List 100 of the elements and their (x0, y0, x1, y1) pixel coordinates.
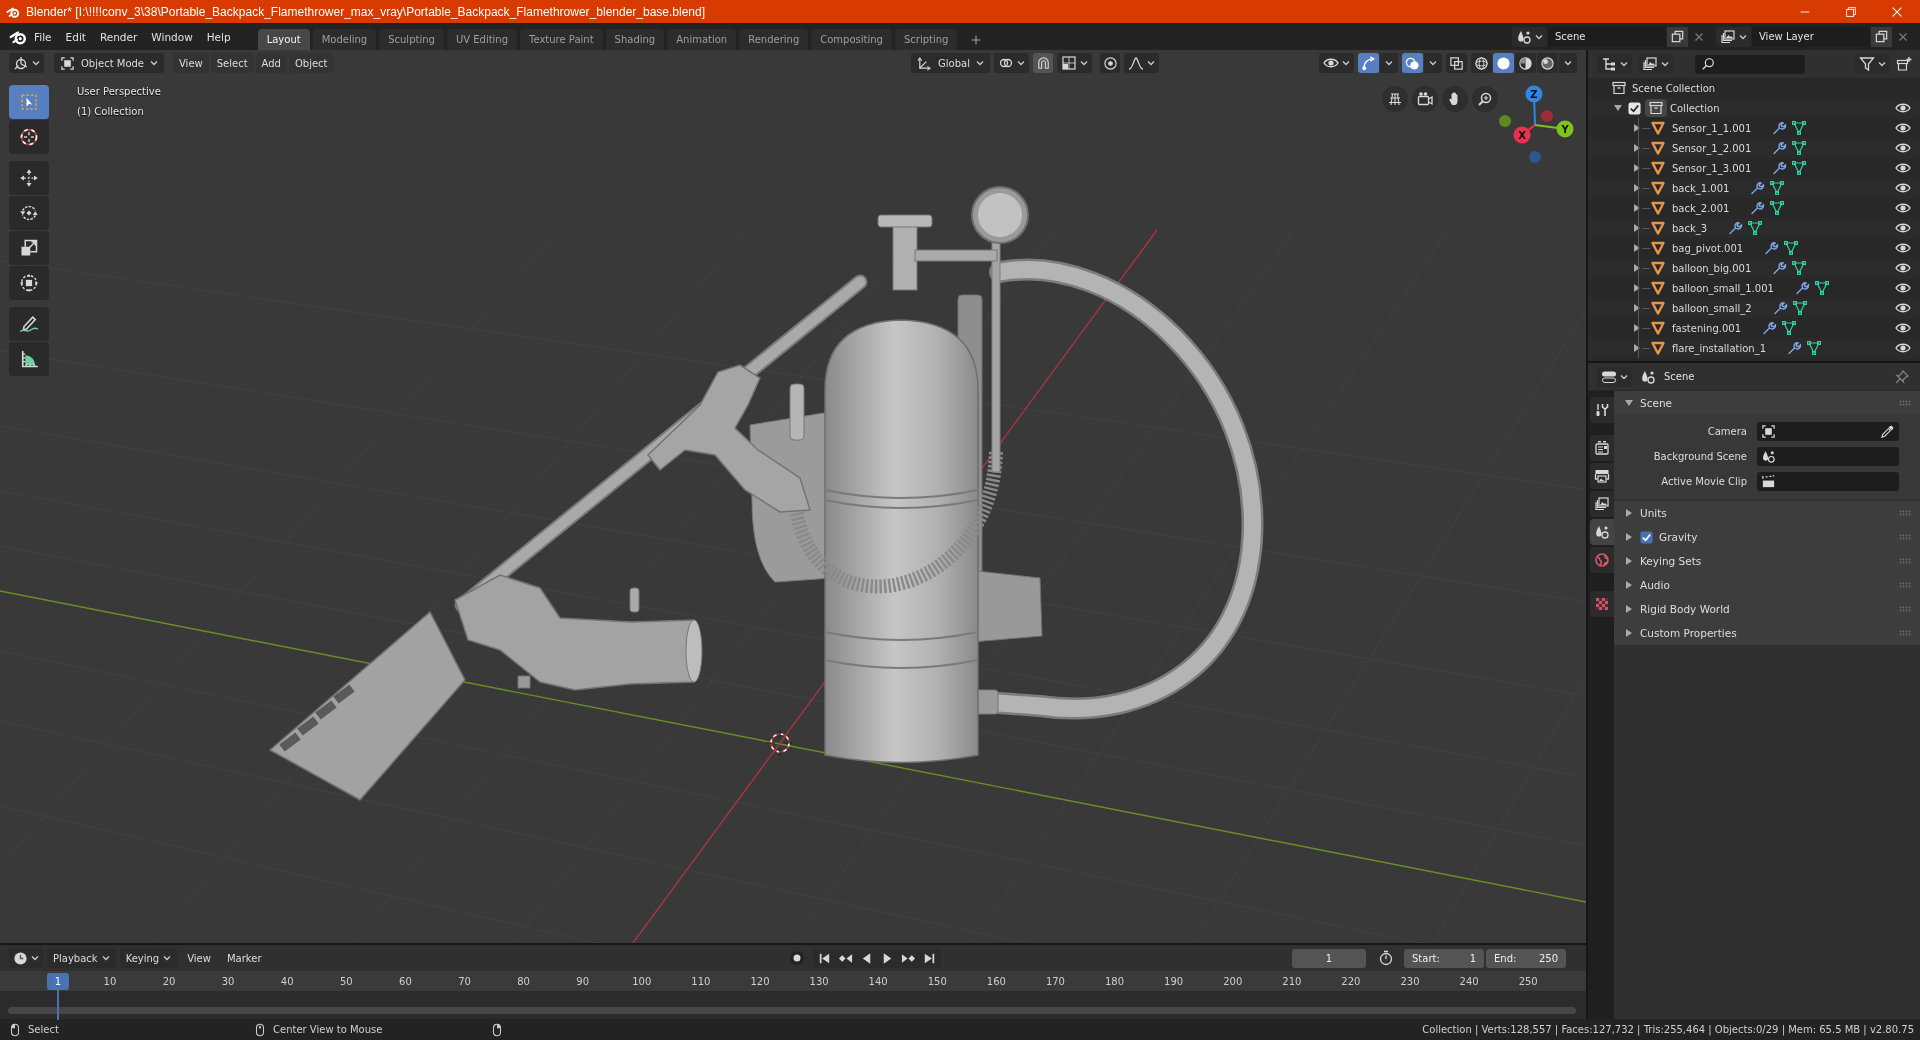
negative-y-axis-handle[interactable] (1499, 115, 1511, 127)
scene-browse-button[interactable] (1512, 26, 1547, 47)
camera-field[interactable] (1757, 422, 1899, 441)
current-frame-field[interactable]: 1 (1292, 948, 1366, 968)
workspace-tab[interactable]: Texture Paint (520, 29, 603, 50)
measure-tool[interactable] (9, 342, 49, 376)
output-tab[interactable] (1590, 463, 1614, 489)
shading-button[interactable] (1471, 53, 1492, 73)
mesh-triangle-icon[interactable] (1747, 220, 1764, 236)
negative-z-axis-handle[interactable] (1529, 151, 1541, 163)
panel-header[interactable]: Custom Properties (1614, 621, 1920, 645)
timeline-menu[interactable]: Marker (220, 948, 268, 968)
panel-header[interactable]: Scene (1614, 391, 1920, 415)
perspective-grid-icon[interactable] (1382, 86, 1408, 112)
wrench-icon[interactable] (1761, 320, 1777, 336)
rotate-tool[interactable] (9, 196, 49, 230)
wrench-icon[interactable] (1793, 280, 1810, 296)
xray-toggle[interactable] (1446, 53, 1467, 73)
annotate-tool[interactable] (9, 307, 49, 341)
gizmo-dropdown[interactable] (1380, 53, 1398, 73)
shading-button[interactable] (1493, 53, 1514, 73)
editor-type-button[interactable] (9, 948, 43, 968)
shading-button[interactable] (1537, 53, 1558, 73)
workspace-tab[interactable]: Animation (667, 29, 737, 50)
editor-type-button[interactable] (1597, 366, 1632, 387)
negative-x-axis-handle[interactable] (1541, 110, 1553, 122)
menu-item[interactable]: Window (144, 27, 200, 46)
restore-icon[interactable] (1844, 4, 1858, 19)
workspace-tab[interactable]: Rendering (739, 29, 809, 50)
wrench-icon[interactable] (1771, 260, 1788, 276)
mesh-triangle-icon[interactable] (1791, 120, 1808, 136)
checkbox[interactable] (1640, 530, 1653, 544)
wrench-icon[interactable] (1749, 180, 1766, 196)
menu-item[interactable]: Help (199, 27, 238, 46)
workspace-tab[interactable]: Layout (257, 29, 310, 50)
panel-header[interactable]: Keying Sets (1614, 549, 1920, 573)
wrench-icon[interactable] (1786, 340, 1803, 356)
wrench-icon[interactable] (1771, 300, 1788, 316)
snap-toggle[interactable] (1033, 53, 1053, 73)
drag-handle-icon[interactable] (1899, 606, 1911, 612)
display-mode-dropdown[interactable] (1597, 54, 1632, 74)
view-layer-browse-button[interactable] (1716, 26, 1751, 47)
pin-icon[interactable] (1894, 368, 1910, 385)
drag-handle-icon[interactable] (1899, 510, 1911, 516)
mesh-triangle-icon[interactable] (1813, 280, 1830, 296)
cursor-tool[interactable] (9, 120, 49, 154)
record-icon[interactable] (788, 950, 805, 966)
end-frame-field[interactable]: End: 250 (1486, 948, 1566, 968)
scrollbar[interactable] (8, 1007, 1576, 1014)
stopwatch-icon[interactable] (1378, 950, 1394, 966)
falloff-dropdown[interactable] (1124, 53, 1159, 73)
new-scene-button[interactable] (1667, 26, 1688, 47)
z-axis-handle[interactable]: Z (1525, 85, 1543, 126)
timeline-menu[interactable]: Keying (119, 948, 178, 968)
workspace-tab[interactable]: Modeling (312, 29, 377, 50)
timeline-menu[interactable]: Playback (47, 948, 116, 968)
mesh-triangle-icon[interactable] (1781, 320, 1797, 336)
view-layer-tab[interactable] (1590, 491, 1614, 517)
disclosure-triangle[interactable] (1624, 532, 1634, 542)
gizmo-toggle[interactable] (1358, 53, 1379, 73)
pivot-dropdown[interactable] (994, 53, 1029, 73)
drag-handle-icon[interactable] (1899, 582, 1911, 588)
panel-header[interactable]: Audio (1614, 573, 1920, 597)
drag-handle-icon[interactable] (1899, 534, 1911, 540)
playhead-frame[interactable]: 1 (47, 972, 69, 990)
snap-dropdown[interactable] (1057, 53, 1092, 73)
start-frame-field[interactable]: Start: 1 (1404, 948, 1484, 968)
checkbox[interactable] (1628, 101, 1641, 115)
mesh-triangle-icon[interactable] (1769, 200, 1786, 216)
menu-item[interactable]: Edit (58, 27, 93, 46)
header-menu[interactable]: View (173, 53, 209, 73)
orientation-dropdown[interactable]: Global (911, 53, 990, 73)
disclosure-triangle[interactable] (1624, 580, 1634, 590)
panel-header[interactable]: Units (1614, 501, 1920, 525)
movie-clip-field[interactable] (1757, 472, 1899, 491)
drag-handle-icon[interactable] (1899, 630, 1911, 636)
disclosure-triangle[interactable] (1624, 556, 1634, 566)
panel-header[interactable]: Rigid Body World (1614, 597, 1920, 621)
menu-item[interactable]: File (27, 27, 59, 46)
proportional-edit-toggle[interactable] (1100, 53, 1120, 73)
mesh-triangle-icon[interactable] (1783, 240, 1800, 256)
world-tab[interactable] (1590, 547, 1614, 573)
wrench-icon[interactable] (1763, 240, 1780, 256)
mesh-triangle-icon[interactable] (1769, 180, 1786, 196)
shading-button[interactable] (1515, 53, 1536, 73)
disclosure-triangle[interactable] (1624, 508, 1634, 518)
scene-name-field[interactable]: Scene (1548, 26, 1666, 47)
workspace-tab[interactable]: UV Editing (446, 29, 518, 50)
wrench-icon[interactable] (1771, 120, 1788, 136)
timeline-menu[interactable]: View (181, 948, 217, 968)
drag-handle-icon[interactable] (1899, 558, 1911, 564)
view-layer-dropdown[interactable] (1638, 54, 1673, 74)
mesh-triangle-icon[interactable] (1791, 140, 1808, 156)
eyedropper-icon[interactable] (1880, 424, 1895, 439)
shading-dropdown[interactable] (1559, 53, 1577, 73)
add-workspace-icon[interactable] (970, 33, 983, 46)
overlay-toggle[interactable] (1402, 53, 1423, 73)
header-menu[interactable]: Object (288, 53, 334, 73)
wrench-icon[interactable] (1771, 160, 1788, 176)
drag-handle-icon[interactable] (1899, 400, 1911, 406)
